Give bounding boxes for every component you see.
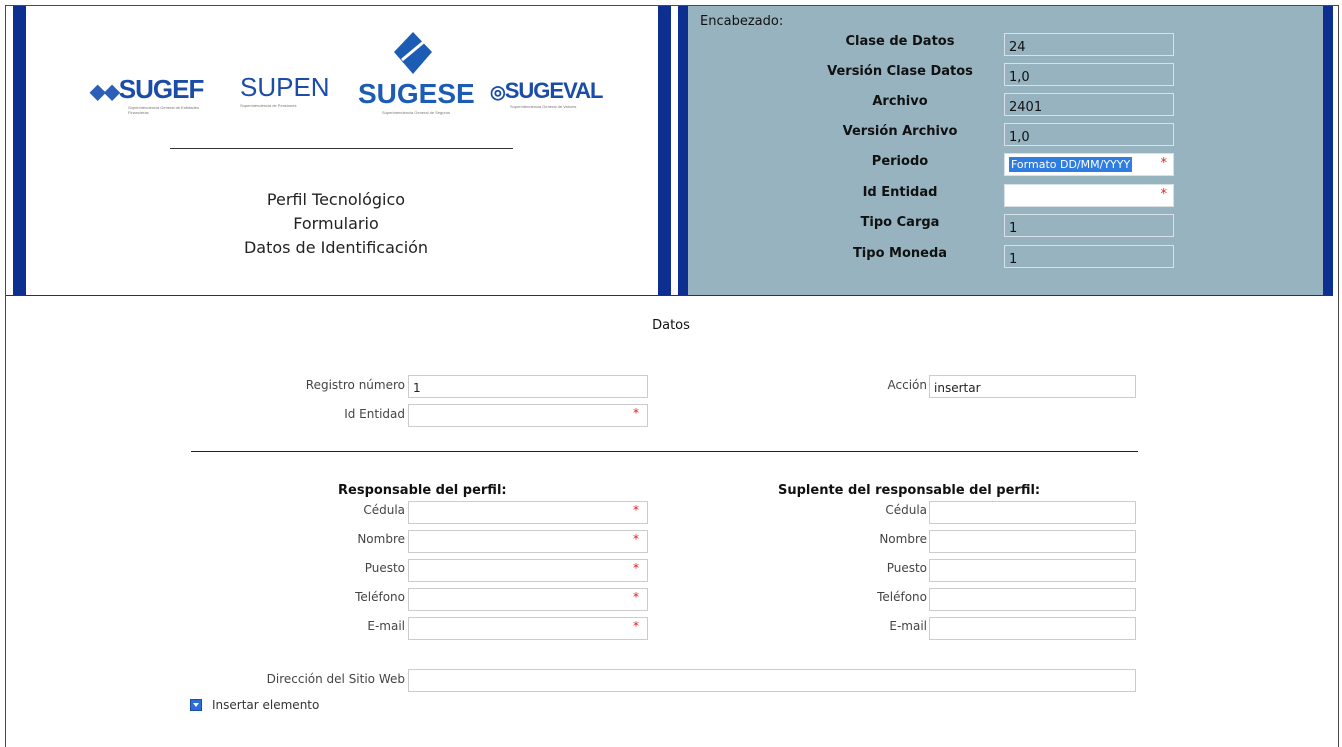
required-mark: * <box>633 532 639 546</box>
suplente-telefono-label: Teléfono <box>877 590 927 604</box>
periodo-field[interactable]: Formato DD/MM/YYYY * <box>1004 153 1174 176</box>
responsable-cedula-field[interactable]: * <box>408 501 648 524</box>
registro-field[interactable]: 1 <box>408 375 648 398</box>
clase-datos-label: Clase de Datos <box>845 34 955 49</box>
required-mark: * <box>633 561 639 575</box>
form-subtitle: Formulario <box>293 214 379 233</box>
registro-label: Registro número <box>305 378 405 392</box>
version-archivo-field[interactable]: 1,0 <box>1004 123 1174 146</box>
periodo-label: Periodo <box>871 154 929 169</box>
required-mark: * <box>1160 187 1168 202</box>
clase-datos-field[interactable]: 24 <box>1004 33 1174 56</box>
suplente-nombre-field[interactable] <box>929 530 1136 553</box>
required-mark: * <box>1160 156 1168 171</box>
section-divider <box>191 451 1138 452</box>
sugese-logo: SUGESE Superintendencia General de Segur… <box>358 30 475 115</box>
insert-element-link[interactable]: Insertar elemento <box>190 698 319 712</box>
tipo-moneda-field[interactable]: 1 <box>1004 245 1174 268</box>
sugeval-logo: ◎SUGEVAL Superintendencia General de Val… <box>490 78 603 109</box>
suplente-email-field[interactable] <box>929 617 1136 640</box>
responsable-cedula-label: Cédula <box>363 503 405 517</box>
responsable-nombre-field[interactable]: * <box>408 530 648 553</box>
archivo-field[interactable]: 2401 <box>1004 93 1174 116</box>
required-mark: * <box>633 619 639 633</box>
suplente-cedula-field[interactable] <box>929 501 1136 524</box>
id-entidad-header-field[interactable]: * <box>1004 184 1174 207</box>
suplente-title: Suplente del responsable del perfil: <box>778 483 1041 498</box>
suplente-nombre-label: Nombre <box>879 532 927 546</box>
required-mark: * <box>633 503 639 517</box>
form-title: Perfil Tecnológico <box>266 190 406 209</box>
responsable-email-label: E-mail <box>367 619 405 633</box>
id-entidad-header-label: Id Entidad <box>862 185 938 200</box>
responsable-nombre-label: Nombre <box>357 532 405 546</box>
tipo-moneda-label: Tipo Moneda <box>852 246 948 261</box>
version-clase-label: Versión Clase Datos <box>827 64 973 79</box>
form-subtitle-2: Datos de Identificación <box>243 238 429 257</box>
suplente-telefono-field[interactable] <box>929 588 1136 611</box>
responsable-telefono-label: Teléfono <box>355 590 405 604</box>
tipo-carga-field[interactable]: 1 <box>1004 214 1174 237</box>
responsable-puesto-label: Puesto <box>364 561 405 575</box>
encabezado-title: Encabezado: <box>700 14 784 29</box>
supen-logo: SUPEN Superintendencia de Pensiones <box>240 72 330 108</box>
version-clase-field[interactable]: 1,0 <box>1004 63 1174 86</box>
required-mark: * <box>633 406 639 420</box>
accion-field[interactable]: insertar <box>929 375 1136 398</box>
responsable-title: Responsable del perfil: <box>338 483 507 498</box>
insert-element-label: Insertar elemento <box>212 698 320 712</box>
archivo-label: Archivo <box>872 94 928 109</box>
id-entidad-field[interactable]: * <box>408 404 648 427</box>
suplente-puesto-label: Puesto <box>886 561 927 575</box>
version-archivo-label: Versión Archivo <box>842 124 958 139</box>
sugef-logo: ◆◆SUGEF Superintendencia General de Enti… <box>90 74 204 115</box>
sitio-web-field[interactable] <box>408 669 1136 692</box>
accion-label: Acción <box>887 378 927 392</box>
chevron-down-icon <box>190 699 202 711</box>
logos: ◆◆SUGEF Superintendencia General de Enti… <box>90 30 620 130</box>
suplente-puesto-field[interactable] <box>929 559 1136 582</box>
suplente-email-label: E-mail <box>889 619 927 633</box>
tipo-carga-label: Tipo Carga <box>860 215 940 230</box>
datos-title: Datos <box>652 318 690 333</box>
sugese-diamond-icon <box>394 32 432 74</box>
suplente-cedula-label: Cédula <box>885 503 927 517</box>
accent-bar <box>1323 6 1333 295</box>
accent-bar <box>678 6 688 295</box>
responsable-email-field[interactable]: * <box>408 617 648 640</box>
responsable-puesto-field[interactable]: * <box>408 559 648 582</box>
header-divider <box>170 148 513 149</box>
id-entidad-label: Id Entidad <box>344 407 405 421</box>
responsable-telefono-field[interactable]: * <box>408 588 648 611</box>
required-mark: * <box>633 590 639 604</box>
sitio-web-label: Dirección del Sitio Web <box>266 672 405 686</box>
